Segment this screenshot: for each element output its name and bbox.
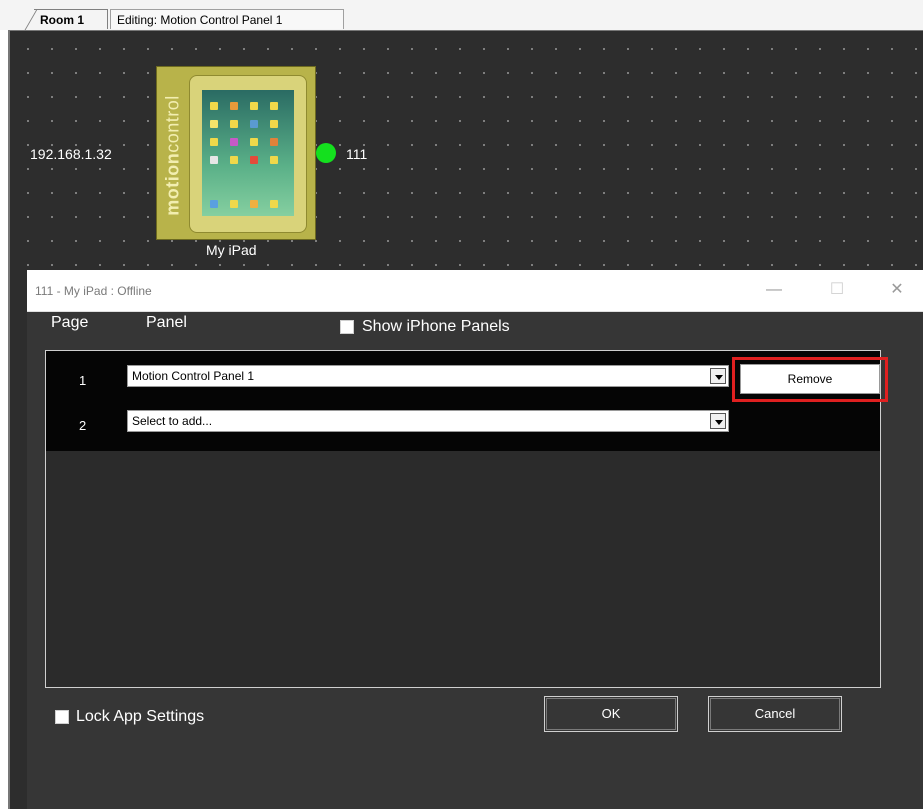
minimize-button[interactable]: — [759,278,789,302]
show-iphone-panels-label[interactable]: Show iPhone Panels [362,318,510,336]
close-button[interactable]: ✕ [882,278,912,302]
panel-select-page-1[interactable]: Motion Control Panel 1 [127,365,729,387]
remove-button-highlight: Remove [732,357,888,402]
panel-select-page-2[interactable]: Select to add... [127,410,729,432]
panel-select-value: Motion Control Panel 1 [132,369,255,383]
ok-button[interactable]: OK [544,696,678,732]
device-pages-dialog: 111 - My iPad : Offline — ☐ ✕ Page Panel… [27,270,923,809]
dialog-title: 111 - My iPad : Offline [35,284,152,298]
maximize-button: ☐ [829,281,845,298]
dialog-titlebar[interactable]: 111 - My iPad : Offline — ☐ ✕ [27,270,923,312]
pages-rows: 1 Motion Control Panel 1 Remove 2 Select… [46,351,888,451]
ipad-device-tile[interactable]: motioncontrol [156,66,316,240]
device-id-label: 111 [346,146,368,162]
tab-editing-panel[interactable]: Editing: Motion Control Panel 1 [110,9,344,29]
show-iphone-panels-checkbox[interactable] [340,320,354,334]
page-number-2: 2 [79,418,87,433]
motioncontrol-logo: motioncontrol [162,95,183,216]
page-number-1: 1 [79,373,87,388]
online-status-dot [316,143,336,163]
column-header-panel: Panel [146,314,187,331]
pages-list[interactable]: 1 Motion Control Panel 1 Remove 2 Select… [45,350,888,688]
column-header-page: Page [51,314,89,331]
cancel-button[interactable]: Cancel [708,696,842,732]
lock-app-settings-checkbox[interactable] [55,710,69,724]
ipad-screen [202,90,294,216]
dropdown-arrow-icon[interactable] [710,368,726,384]
tab-strip: Room 1 Editing: Motion Control Panel 1 [0,0,923,30]
lock-app-settings-label[interactable]: Lock App Settings [76,708,204,726]
device-name-label: My iPad [206,242,257,258]
remove-button[interactable]: Remove [740,364,880,394]
ipad-icon [189,75,307,233]
dropdown-arrow-icon[interactable] [710,413,726,429]
tab-room-1[interactable]: Room 1 [34,9,108,29]
device-ip-label: 192.168.1.32 [30,146,112,162]
panel-select-value: Select to add... [132,414,213,428]
